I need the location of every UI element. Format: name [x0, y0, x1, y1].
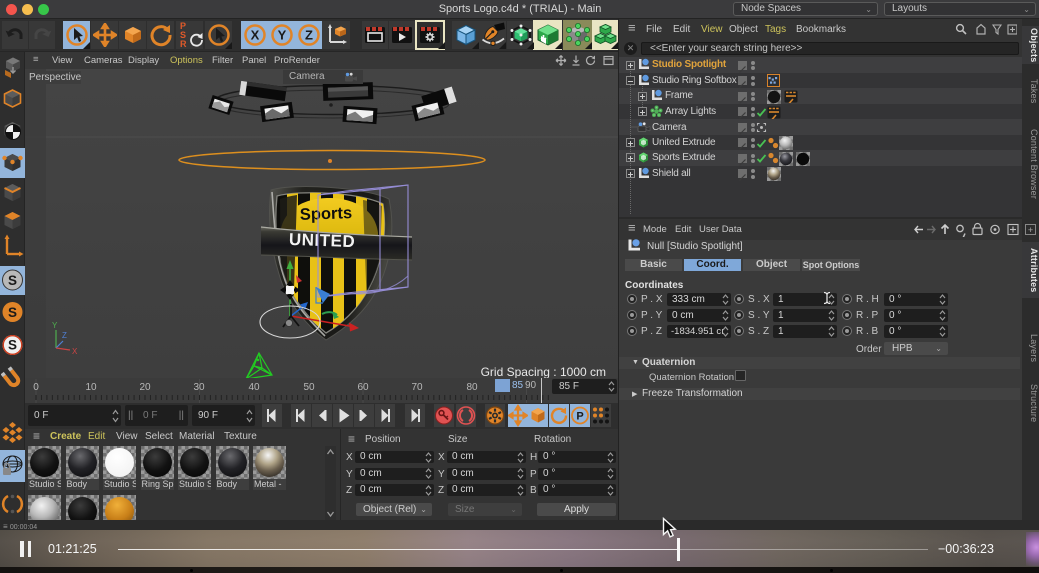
- svg-text:60: 60: [357, 382, 369, 392]
- svg-text:X: X: [72, 347, 78, 356]
- svg-text:X: X: [251, 28, 260, 43]
- svg-text:70: 70: [411, 382, 423, 392]
- svg-text:S: S: [8, 305, 17, 320]
- svg-text:40: 40: [248, 382, 260, 392]
- svg-text:30: 30: [193, 382, 205, 392]
- svg-text:UNITED: UNITED: [289, 230, 356, 251]
- svg-text:Z: Z: [305, 28, 313, 43]
- svg-text:S: S: [8, 273, 17, 288]
- svg-text:50: 50: [303, 382, 315, 392]
- svg-text:S: S: [8, 338, 17, 353]
- svg-text:80: 80: [466, 382, 478, 392]
- svg-text:Y: Y: [52, 321, 58, 330]
- svg-text:Z: Z: [62, 331, 67, 340]
- svg-text:P: P: [576, 411, 583, 423]
- svg-text:Y: Y: [278, 28, 287, 43]
- svg-text:0: 0: [33, 382, 39, 392]
- svg-text:20: 20: [139, 382, 151, 392]
- svg-text:Sports: Sports: [300, 204, 353, 224]
- svg-text:10: 10: [85, 382, 97, 392]
